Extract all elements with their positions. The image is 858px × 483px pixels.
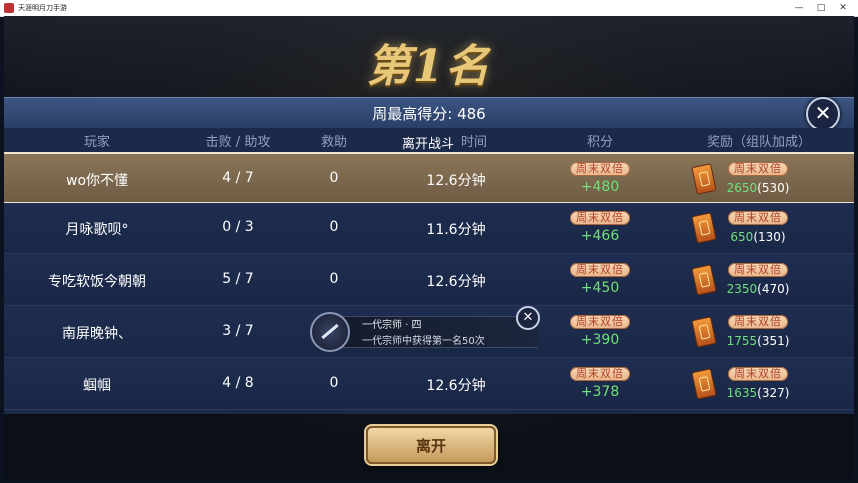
weekend-double-tag: 周末双倍: [728, 315, 788, 329]
kd-value: 4 / 7: [222, 170, 254, 186]
score-value: +450: [580, 280, 620, 296]
leave-button-label: 离开: [415, 436, 446, 455]
kd-value: 5 / 7: [222, 271, 254, 287]
reward-value: 2650: [726, 181, 758, 195]
reward-total: 650(130): [730, 230, 785, 244]
reward-total: 1635(327): [727, 386, 790, 400]
reward-value: 1755: [726, 334, 758, 348]
player-name: wo你不懂: [65, 173, 129, 189]
window-close-button[interactable]: ✕: [832, 0, 854, 16]
reward-token-icon: [691, 264, 717, 296]
game-view: 第1名 周最高得分: 486 ✕ 玩家 击败 / 助攻 救助 时间 积分 奖励（…: [4, 16, 854, 479]
achievement-popup[interactable]: 一代宗师 · 四 一代宗师中获得第一名50次: [310, 312, 546, 352]
achievement-title: 一代宗师 · 四: [362, 320, 422, 331]
rank-title: 第1名: [366, 41, 492, 92]
rescue-value: 0: [329, 219, 339, 235]
kd-value: 4 / 8: [222, 375, 254, 391]
weekend-double-tag: 周末双倍: [570, 162, 630, 176]
reward-total: 1755(351): [727, 334, 790, 348]
weekend-double-tag: 周末双倍: [728, 211, 788, 225]
header-rescue: 救助: [320, 135, 348, 150]
reward-value: 650: [730, 230, 754, 244]
time-value: 12.6分钟: [426, 378, 486, 394]
weekly-best-score: 周最高得分: 486: [4, 97, 854, 129]
reward-token-icon: [691, 368, 717, 400]
minimize-button[interactable]: —: [788, 0, 810, 16]
player-name: 专吃软饭今朝朝: [48, 274, 146, 290]
achievement-close-button[interactable]: ✕: [516, 306, 540, 330]
score-value: +466: [580, 228, 620, 244]
reward-token-icon: [691, 163, 717, 195]
time-value: 12.6分钟: [426, 274, 486, 290]
reward-value: 2350: [726, 282, 758, 296]
close-icon: ✕: [522, 310, 534, 325]
header-player: 玩家: [83, 135, 111, 150]
weekend-double-tag: 周末双倍: [570, 211, 630, 225]
close-icon: ✕: [814, 101, 832, 125]
header-score: 积分: [586, 135, 614, 150]
table-row: 蝈帼 4 / 8 0 12.6分钟 周末双倍 +378 周末双倍 1635(32…: [4, 359, 854, 410]
maximize-button[interactable]: □: [810, 0, 832, 16]
score-value: +378: [580, 384, 620, 400]
kd-value: 0 / 3: [222, 219, 254, 235]
reward-value: 1635: [726, 386, 758, 400]
window-title: 天涯明月刀手游: [18, 4, 67, 12]
time-value: 12.6分钟: [426, 173, 486, 189]
rescue-value: 0: [329, 271, 339, 287]
achievement-desc: 一代宗师中获得第一名50次: [362, 336, 485, 347]
weekend-double-tag: 周末双倍: [728, 162, 788, 176]
leave-battle-label[interactable]: 离开战斗: [402, 133, 454, 152]
reward-token-icon: [691, 316, 717, 348]
time-value: 11.6分钟: [426, 222, 486, 238]
weekend-double-tag: 周末双倍: [728, 367, 788, 381]
achievement-sword-icon: [310, 312, 350, 352]
rescue-value: 0: [329, 375, 339, 391]
player-name: 月咏歌呗°: [65, 222, 129, 238]
player-name: 南屏晚钟、: [62, 326, 132, 342]
table-row: 月咏歌呗° 0 / 3 0 11.6分钟 周末双倍 +466 周末双倍 650(…: [4, 203, 854, 254]
reward-bonus: (327): [757, 386, 790, 400]
score-value: +390: [580, 332, 620, 348]
table-row: 专吃软饭今朝朝 5 / 7 0 12.6分钟 周末双倍 +450 周末双倍 23…: [4, 255, 854, 306]
reward-total: 2350(470): [727, 282, 790, 296]
reward-bonus: (351): [757, 334, 790, 348]
weekend-double-tag: 周末双倍: [728, 263, 788, 277]
score-value: +480: [580, 179, 620, 195]
leave-button[interactable]: 离开: [366, 426, 496, 464]
reward-total: 2650(530): [727, 181, 790, 195]
weekend-double-tag: 周末双倍: [570, 315, 630, 329]
close-panel-button[interactable]: ✕: [806, 97, 840, 131]
reward-bonus: (130): [753, 230, 786, 244]
player-name: 蝈帼: [83, 378, 111, 394]
weekly-best-label: 周最高得分: 486: [372, 104, 486, 123]
weekend-double-tag: 周末双倍: [570, 263, 630, 277]
header-kd: 击败 / 助攻: [205, 135, 271, 150]
header-time: 时间: [460, 135, 488, 150]
reward-bonus: (470): [757, 282, 790, 296]
kd-value: 3 / 7: [222, 323, 254, 339]
header-reward: 奖励（组队加成）: [706, 135, 812, 150]
window-titlebar: 天涯明月刀手游 — □ ✕: [0, 0, 858, 17]
table-row: wo你不懂 4 / 7 0 12.6分钟 周末双倍 +480 周末双倍 2650…: [4, 152, 854, 204]
app-icon: [4, 3, 14, 13]
reward-token-icon: [691, 212, 717, 244]
reward-bonus: (530): [757, 181, 790, 195]
weekend-double-tag: 周末双倍: [570, 367, 630, 381]
rescue-value: 0: [329, 170, 339, 186]
